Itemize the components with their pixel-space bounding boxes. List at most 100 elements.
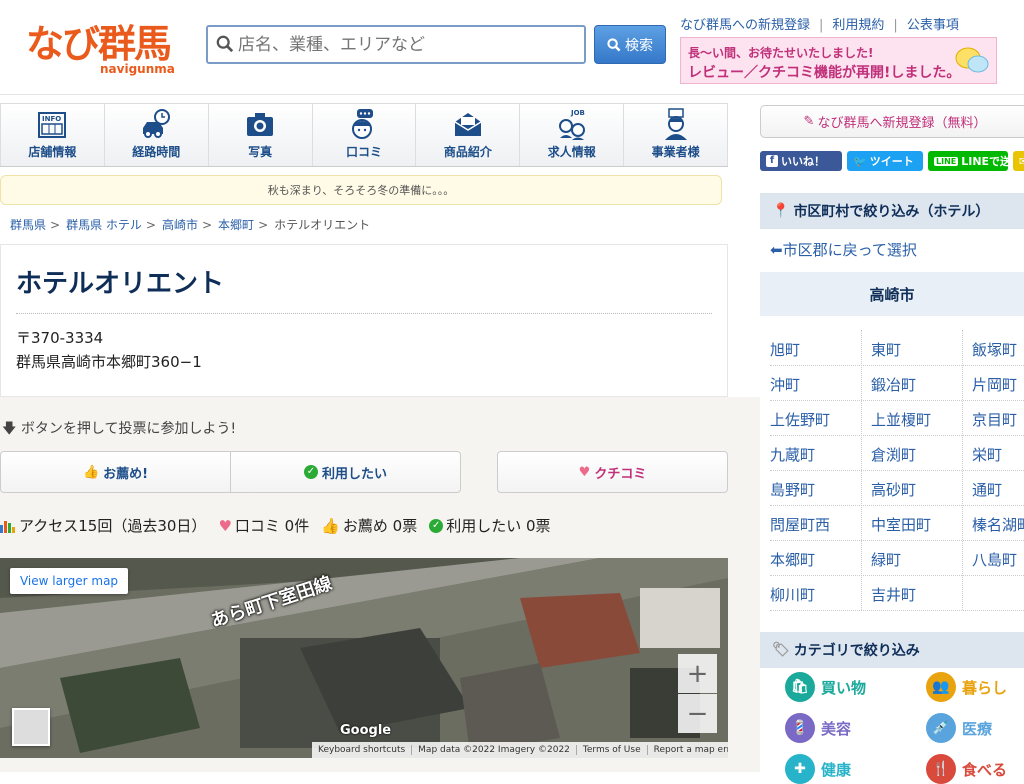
nav-label: 商品紹介 [443, 145, 492, 159]
category-icon: 🛍 [785, 672, 815, 702]
nav-kuchikomi[interactable]: 口コミ [313, 104, 417, 166]
arrow-down-icon: 🡇 [2, 421, 17, 437]
vote-hint: 🡇 ボタンを押して投票に参加しよう! [2, 418, 236, 442]
share-buttons: f いいね！ 🐦 ツイート LINE LINEで送る ✉ [760, 151, 1024, 171]
site-logo[interactable]: なび群馬 navigunma [26, 22, 176, 78]
category-item[interactable]: 👥 暮らし [926, 672, 1007, 702]
logo-subtext: navigunma [100, 62, 175, 76]
nav-products[interactable]: 商品紹介 [416, 104, 521, 166]
link-disclosure[interactable]: 公表事項 [907, 18, 959, 33]
nav-jobs[interactable]: JOB 求人情報 [520, 104, 625, 166]
town-link[interactable]: 沖町 [770, 374, 800, 395]
notice-bar: 秋も深まり、そろそろ冬の準備に。。。 [0, 175, 722, 205]
breadcrumb-category[interactable]: 群馬県 ホテル [66, 218, 142, 232]
town-link[interactable]: 本郷町 [770, 549, 815, 570]
facebook-icon: f [766, 155, 778, 167]
category-item[interactable]: ✚ 健康 [785, 754, 851, 784]
shop-nav: INFO 店舗情報 経路時間 写真 口コミ 商品紹介 JOB 求人情報 事業者様 [0, 103, 729, 167]
want-use-button[interactable]: ✓ 利用したい [231, 452, 460, 492]
logo-text: なび群馬 [26, 22, 172, 66]
town-link[interactable]: 緑町 [871, 549, 901, 570]
kuchikomi-button[interactable]: ♥ クチコミ [497, 451, 728, 493]
town-link[interactable]: 片岡町 [972, 374, 1017, 395]
speech-face-icon [352, 109, 373, 139]
town-link[interactable]: 倉渕町 [871, 444, 916, 465]
town-link[interactable]: 通町 [972, 479, 1002, 500]
town-link[interactable]: 上並榎町 [871, 409, 931, 430]
extra-share-button[interactable]: ✉ [1013, 151, 1024, 171]
search-box [206, 25, 586, 64]
thumbs-up-icon: 👍 [321, 516, 340, 535]
business-person-icon [664, 108, 687, 140]
town-link[interactable]: 問屋町西 [770, 514, 830, 535]
keyboard-shortcuts-link[interactable]: Keyboard shortcuts [312, 745, 413, 755]
category-label: 暮らし [962, 678, 1008, 697]
nav-photos[interactable]: 写真 [209, 104, 313, 166]
town-link[interactable]: 栄町 [972, 444, 1002, 465]
recommend-button[interactable]: 👍 お薦め! [1, 452, 231, 492]
register-free-button[interactable]: ✎ なび群馬へ新規登録（無料） [760, 105, 1024, 138]
nav-business[interactable]: 事業者様 [624, 104, 729, 166]
town-link[interactable]: 九蔵町 [770, 444, 815, 465]
town-link[interactable]: 高砂町 [871, 479, 916, 500]
category-icon: 💈 [785, 713, 815, 743]
heart-icon: ♥ [578, 464, 591, 480]
category-icon: 🍴 [926, 754, 956, 784]
tw-label: ツイート [869, 155, 914, 168]
speech-bubble-icon [955, 47, 989, 73]
mail-icon: ✉ [1019, 154, 1024, 168]
recommend-label: お薦め! [103, 466, 149, 482]
town-link[interactable]: 鍛冶町 [871, 374, 916, 395]
category-item[interactable]: 🛍 買い物 [785, 672, 866, 702]
map-type-toggle[interactable] [12, 708, 50, 746]
category-icon: ✚ [785, 754, 815, 784]
town-link[interactable]: 柳川町 [770, 584, 815, 605]
line-share-button[interactable]: LINE LINEで送る [928, 151, 1022, 171]
breadcrumb-city[interactable]: 高崎市 [162, 218, 198, 232]
search-button-label: 検索 [625, 37, 653, 54]
nav-route-time[interactable]: 経路時間 [105, 104, 209, 166]
category-label: 買い物 [821, 678, 867, 697]
map-footer: Keyboard shortcuts Map data ©2022 Imager… [312, 742, 728, 758]
search-button-icon [607, 37, 621, 51]
town-link[interactable]: 島野町 [770, 479, 815, 500]
town-link[interactable]: 榛名湖町 [972, 514, 1024, 535]
zoom-out-button[interactable]: − [678, 694, 717, 733]
google-map[interactable]: View larger map あら町下室田線 Google + − Keybo… [0, 558, 728, 758]
town-link[interactable]: 上佐野町 [770, 409, 830, 430]
category-item[interactable]: 💉 医療 [926, 713, 992, 743]
town-link[interactable]: 京目町 [972, 409, 1017, 430]
nav-label: 店舗情報 [28, 145, 77, 159]
town-link[interactable]: 旭町 [770, 339, 800, 360]
town-link[interactable]: 吉井町 [871, 584, 916, 605]
stat-recommend: 👍 お薦め 0票 [321, 515, 417, 536]
link-register[interactable]: なび群馬への新規登録 [680, 18, 810, 33]
search-button[interactable]: 検索 [594, 25, 666, 64]
tweet-button[interactable]: 🐦 ツイート [847, 151, 923, 171]
link-terms[interactable]: 利用規約 [832, 18, 884, 33]
back-to-region-link[interactable]: ⬅市区郡に戻って選択 [770, 239, 917, 260]
breadcrumb-current: ホテルオリエント [274, 218, 371, 232]
town-link[interactable]: 八島町 [972, 549, 1017, 570]
category-icon: 👥 [926, 672, 956, 702]
terms-link[interactable]: Terms of Use [577, 745, 648, 755]
town-link[interactable]: 中室田町 [871, 514, 931, 535]
zoom-in-button[interactable]: + [678, 654, 717, 693]
category-item[interactable]: 💈 美容 [785, 713, 851, 743]
breadcrumb-prefecture[interactable]: 群馬県 [10, 218, 46, 232]
nav-shop-info[interactable]: INFO 店舗情報 [0, 104, 105, 166]
search-input[interactable] [238, 30, 578, 59]
town-link[interactable]: 飯塚町 [972, 339, 1017, 360]
stat-want-use: ✓ 利用したい 0票 [429, 515, 551, 536]
view-larger-map-link[interactable]: View larger map [10, 568, 128, 594]
town-row-divider [770, 540, 1024, 541]
register-label: なび群馬へ新規登録（無料） [817, 116, 987, 131]
town-link[interactable]: 東町 [871, 339, 901, 360]
stat-kuchikomi: ♥ 口コミ 0件 [218, 515, 309, 536]
breadcrumb-town[interactable]: 本郷町 [218, 218, 254, 232]
category-item[interactable]: 🍴 食べる [926, 754, 1007, 784]
facebook-like-button[interactable]: f いいね！ [760, 151, 842, 171]
tag-icon: 🏷 [772, 642, 790, 658]
review-banner[interactable]: 長〜い間、お待たせいたしました! レビュー／クチコミ機能が再開!しました。 [680, 37, 997, 84]
report-error-link[interactable]: Report a map error [648, 745, 728, 755]
